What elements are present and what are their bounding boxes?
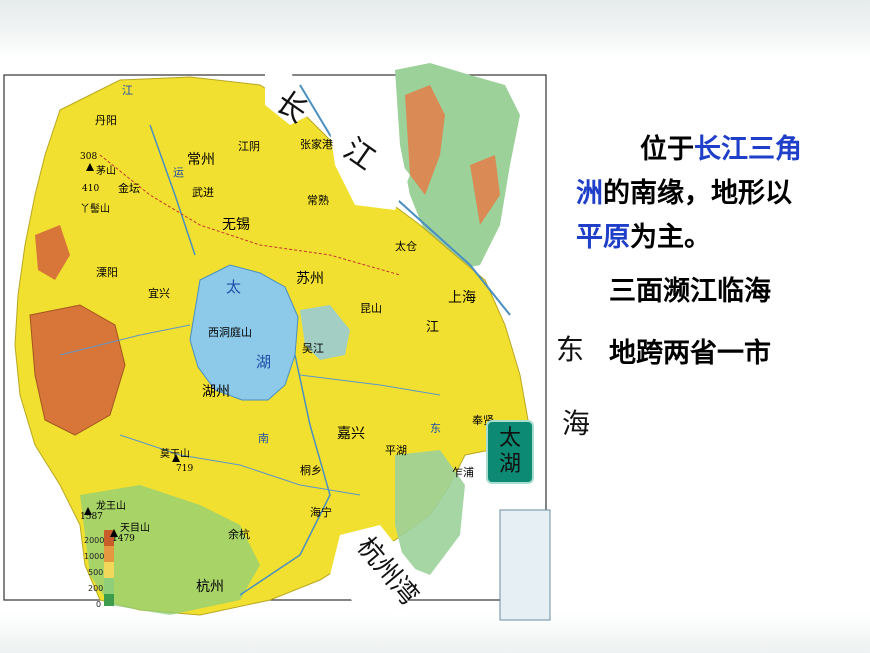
city-taicang: 太仓: [395, 240, 417, 253]
mountain-maoshan: 茅山: [96, 166, 116, 177]
description-line-3: 平原为主。: [576, 216, 856, 260]
legend-swatch-3: [104, 562, 114, 578]
line1-prefix: 位于: [640, 134, 694, 165]
city-liyang: 溧阳: [96, 266, 118, 279]
city-jiangyin: 江阴: [238, 140, 260, 153]
city-changzhou: 常州: [187, 152, 215, 168]
city-yixing: 宜兴: [148, 287, 170, 300]
river-char-yun: 运: [173, 166, 184, 179]
yangtze-delta-map: 长 江 杭州湾 丹阳 常州 江阴 张家港 武进 金坛 常熟 无锡 太仓 溧阳 宜…: [0, 55, 570, 625]
taihu-callout: 太 湖: [486, 420, 534, 484]
city-haining: 海宁: [310, 506, 332, 519]
river-char-jiang-top: 江: [122, 84, 133, 97]
line1-highlight: 长江三角: [694, 134, 802, 165]
city-kunshan: 昆山: [360, 302, 382, 315]
city-wuxi: 无锡: [222, 217, 250, 233]
east-sea-char-hai: 海: [562, 407, 591, 440]
city-tongxiang: 桐乡: [300, 464, 322, 477]
mountain-yafeng: 丫髻山: [80, 204, 110, 215]
city-hangzhou: 杭州: [196, 579, 224, 595]
river-char-jiang: 江: [426, 320, 440, 335]
city-shanghai: 上海: [448, 290, 476, 306]
city-jiaxing: 嘉兴: [337, 426, 365, 442]
sea-char-small: 东: [430, 422, 441, 435]
city-zhangjiagang: 张家港: [300, 138, 333, 151]
east-sea-char-dong: 东: [556, 333, 585, 366]
slide-top-background: [0, 0, 870, 58]
city-huzhou: 湖州: [202, 384, 230, 400]
city-xidongting: 西洞庭山: [208, 326, 252, 339]
city-suzhou: 苏州: [296, 271, 324, 287]
peak-height-1479: 1479: [112, 534, 135, 544]
city-wujin: 武进: [192, 186, 214, 199]
line3-highlight: 平原: [576, 222, 630, 253]
lake-char-hu: 湖: [256, 353, 272, 371]
line3-text: 为主。: [630, 222, 711, 253]
city-yuhang: 余杭: [228, 528, 250, 541]
taihu-callout-line1: 太: [498, 425, 521, 451]
feature-line-2: 地跨两省一市: [609, 338, 771, 369]
description-text: 位于长江三角 洲的南缘，地形以 平原为主。: [576, 128, 856, 260]
legend-value-1000: 1000: [84, 552, 105, 561]
peak-height-719: 719: [176, 464, 194, 474]
city-zhapu: 乍浦: [452, 466, 474, 479]
legend-swatch-2: [104, 546, 114, 562]
lake-char-tai: 太: [226, 278, 242, 296]
city-wujiang: 吴江: [302, 342, 324, 355]
legend-swatch-4: [104, 578, 114, 594]
description-line-2: 洲的南缘，地形以: [576, 172, 856, 216]
legend-value-500: 500: [88, 568, 104, 577]
city-pinghu: 平湖: [385, 444, 407, 457]
legend-value-2000: 2000: [84, 536, 105, 545]
peak-height-410: 410: [82, 184, 100, 194]
line2-text: 的南缘，地形以: [603, 178, 792, 209]
river-char-nan: 南: [258, 432, 269, 445]
description-line-1: 位于长江三角: [576, 128, 856, 172]
mountain-mogan: 莫干山: [160, 449, 190, 460]
city-jintan: 金坛: [118, 182, 140, 195]
taihu-callout-line2: 湖: [498, 452, 521, 477]
inset-map: [499, 509, 551, 621]
peak-height-1587: 1587: [80, 512, 103, 522]
line2-highlight: 洲: [576, 178, 603, 209]
legend-value-0: 0: [96, 600, 102, 609]
peak-height-308: 308: [80, 152, 98, 162]
legend-swatch-5: [104, 594, 114, 606]
legend-value-200: 200: [88, 584, 104, 593]
city-danyang: 丹阳: [95, 114, 117, 127]
mountain-tianmu: 天目山: [120, 523, 150, 534]
mountain-longwang: 龙王山: [96, 501, 126, 512]
city-changshu: 常熟: [307, 194, 329, 207]
feature-line-1: 三面濒江临海: [609, 276, 771, 307]
